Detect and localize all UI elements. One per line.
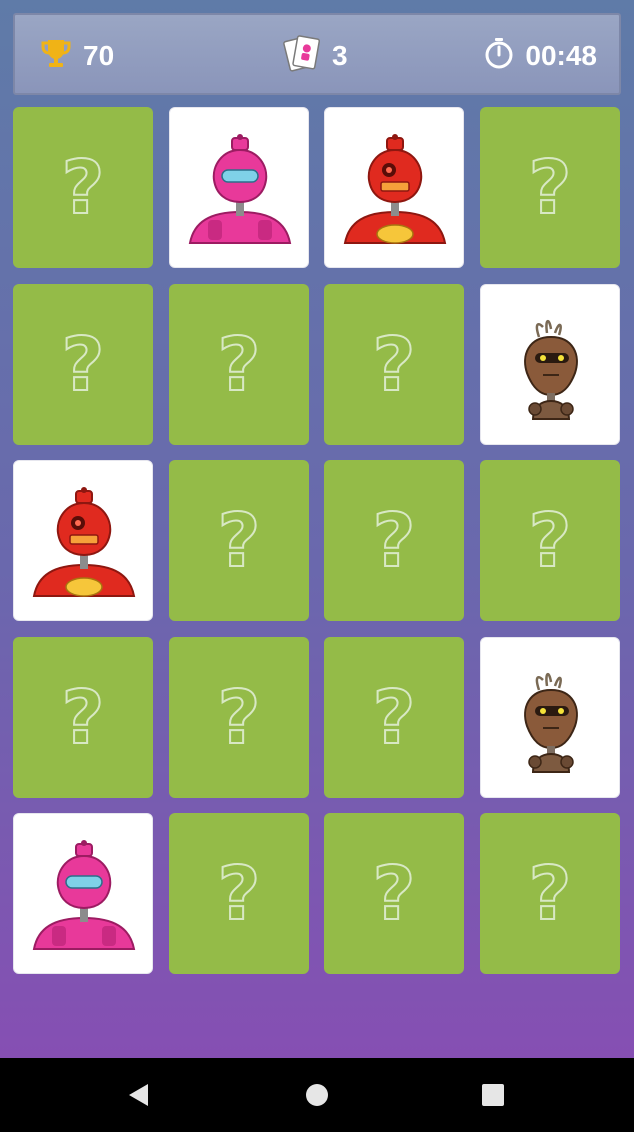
stopwatch-icon — [483, 36, 515, 77]
card-hidden[interactable]: ? — [169, 284, 309, 445]
card-hidden[interactable]: ? — [169, 637, 309, 798]
card-hidden[interactable]: ? — [169, 813, 309, 974]
question-mark-icon: ? — [61, 321, 106, 409]
card-hidden[interactable]: ? — [169, 460, 309, 621]
card-revealed[interactable] — [480, 637, 620, 798]
card-revealed[interactable] — [13, 460, 153, 621]
card-hidden[interactable]: ? — [324, 637, 464, 798]
card-hidden[interactable]: ? — [324, 813, 464, 974]
card-revealed[interactable] — [324, 107, 464, 268]
question-mark-icon: ? — [217, 321, 262, 409]
question-mark-icon: ? — [528, 144, 573, 232]
card-revealed[interactable] — [480, 284, 620, 445]
home-icon[interactable] — [300, 1078, 334, 1112]
timer-value: 00:48 — [525, 40, 597, 71]
card-revealed[interactable] — [169, 107, 309, 268]
question-mark-icon: ? — [61, 144, 106, 232]
question-mark-icon: ? — [217, 850, 262, 938]
score-bar: 70 3 00:48 — [13, 13, 621, 95]
card-hidden[interactable]: ? — [13, 107, 153, 268]
question-mark-icon: ? — [528, 497, 573, 585]
back-icon[interactable] — [122, 1078, 156, 1112]
recents-icon[interactable] — [476, 1078, 510, 1112]
card-hidden[interactable]: ? — [13, 284, 153, 445]
score-value: 70 — [83, 40, 115, 71]
question-mark-icon: ? — [372, 674, 417, 762]
system-navigation-bar — [0, 1058, 634, 1132]
card-hidden[interactable]: ? — [13, 637, 153, 798]
card-hidden[interactable]: ? — [480, 460, 620, 621]
question-mark-icon: ? — [372, 321, 417, 409]
card-revealed[interactable] — [13, 813, 153, 974]
card-hidden[interactable]: ? — [480, 107, 620, 268]
card-hidden[interactable]: ? — [480, 813, 620, 974]
question-mark-icon: ? — [217, 674, 262, 762]
question-mark-icon: ? — [217, 497, 262, 585]
question-mark-icon: ? — [61, 674, 106, 762]
question-mark-icon: ? — [528, 850, 573, 938]
question-mark-icon: ? — [372, 850, 417, 938]
cards-icon — [282, 31, 322, 82]
timer-stat: 00:48 — [483, 15, 597, 97]
moves-stat: 3 — [282, 15, 348, 97]
card-hidden[interactable]: ? — [324, 460, 464, 621]
score-stat: 70 — [39, 15, 114, 97]
moves-value: 3 — [332, 40, 348, 71]
question-mark-icon: ? — [372, 497, 417, 585]
card-hidden[interactable]: ? — [324, 284, 464, 445]
trophy-icon — [39, 36, 73, 77]
